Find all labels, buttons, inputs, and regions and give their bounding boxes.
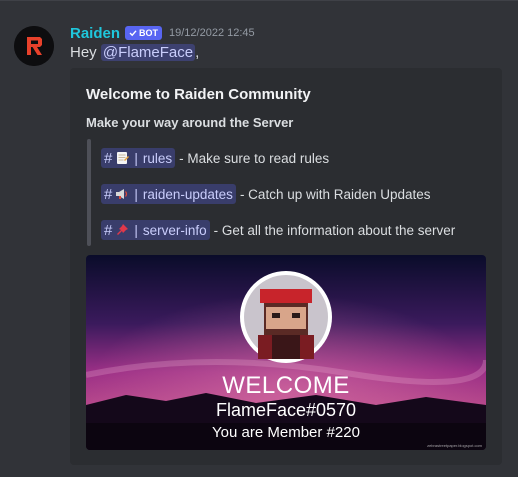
message-divider — [0, 0, 518, 4]
message-content: Hey @FlameFace, — [70, 44, 199, 61]
welcome-banner: WELCOME FlameFace#0570 You are Member #2… — [86, 255, 486, 450]
hash-icon: # — [104, 185, 113, 203]
blockquote-bar — [87, 139, 91, 246]
loudspeaker-emoji-icon — [116, 189, 128, 199]
message-timestamp[interactable]: 19/12/2022 12:45 — [169, 27, 255, 39]
welcome-heading: WELCOME — [222, 372, 350, 399]
hash-icon: # — [104, 149, 113, 167]
message-header: Raiden BOT 19/12/2022 12:45 — [70, 24, 255, 42]
channel-name: rules — [142, 150, 173, 166]
embed-subtitle: Make your way around the Server — [86, 115, 294, 130]
channel-link-rules[interactable]: # | rules — [101, 148, 176, 168]
welcome-member-count: You are Member #220 — [212, 424, 360, 441]
channel-separator: | — [134, 186, 138, 202]
greeting-text: Hey — [70, 44, 97, 61]
channel-separator: | — [134, 222, 138, 238]
pushpin-emoji-icon — [117, 224, 129, 235]
channel-row-rules: # | rules - Make sure to read rules — [101, 148, 329, 168]
hash-icon: # — [104, 221, 113, 239]
channel-separator: | — [134, 150, 138, 166]
welcome-embed: Welcome to Raiden Community Make your wa… — [70, 68, 502, 465]
checkmark-icon — [129, 30, 137, 37]
channel-name: server-info — [142, 222, 207, 238]
channel-description: - Make sure to read rules — [179, 150, 330, 166]
channel-link-server-info[interactable]: # | server-info — [101, 220, 210, 240]
welcome-banner-image[interactable]: WELCOME FlameFace#0570 You are Member #2… — [86, 255, 486, 450]
author-name[interactable]: Raiden — [70, 25, 120, 42]
image-watermark: zebrastreetpaper.blogspot.com — [427, 443, 483, 448]
channel-row-raiden-updates: # | raiden-updates - Catch up with Raide… — [101, 184, 431, 204]
channel-description: - Get all the information about the serv… — [213, 222, 456, 238]
bot-tag: BOT — [125, 26, 163, 40]
user-mention[interactable]: @FlameFace — [100, 44, 196, 61]
bot-tag-label: BOT — [139, 28, 159, 38]
channel-row-server-info: # | server-info - Get all the informatio… — [101, 220, 455, 240]
raiden-logo-icon — [14, 26, 54, 66]
bot-avatar[interactable] — [14, 26, 54, 66]
memo-emoji-icon — [117, 152, 130, 164]
channel-link-raiden-updates[interactable]: # | raiden-updates — [101, 184, 236, 204]
channel-description: - Catch up with Raiden Updates — [239, 186, 431, 202]
channel-name: raiden-updates — [142, 186, 233, 202]
trailing-punctuation: , — [195, 44, 200, 61]
embed-title: Welcome to Raiden Community — [86, 86, 311, 103]
welcome-username: FlameFace#0570 — [216, 400, 356, 420]
